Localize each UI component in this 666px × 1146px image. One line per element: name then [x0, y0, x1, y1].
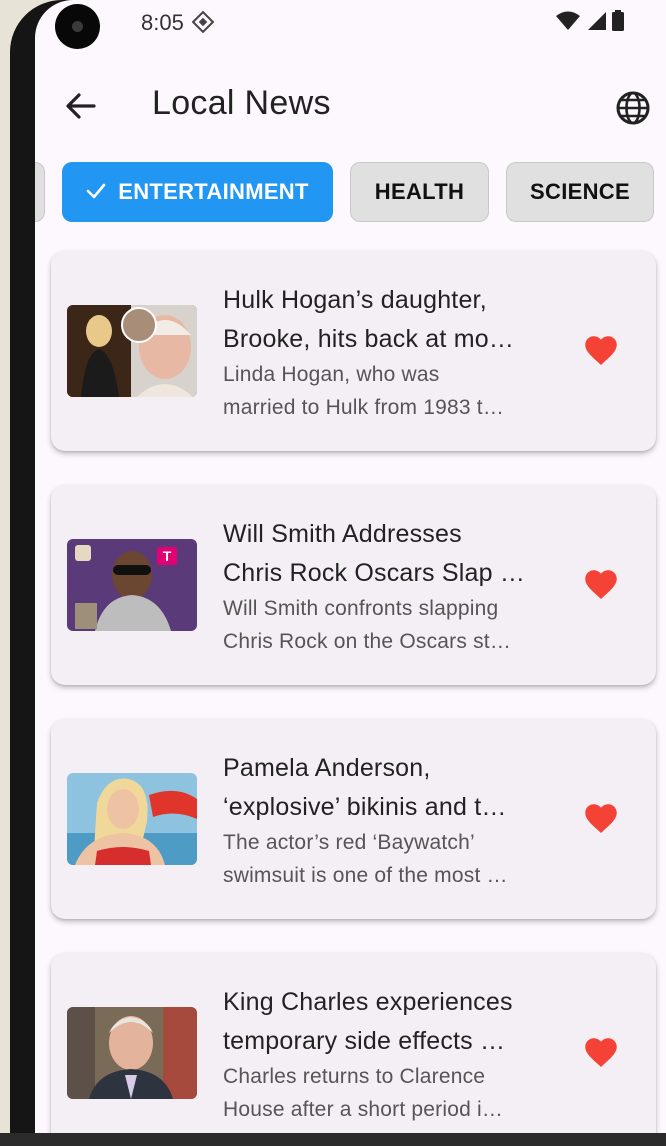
wifi-icon: [555, 10, 581, 37]
status-icons: [555, 10, 625, 37]
article-description-line: Linda Hogan, who was: [223, 363, 440, 386]
cellular-signal-icon: [585, 10, 607, 37]
article-description-line: Charles returns to Clarence: [223, 1065, 486, 1088]
heart-icon: [583, 336, 619, 371]
front-camera: [55, 4, 100, 49]
article-description: Linda Hogan, who was married to Hulk fro…: [223, 358, 543, 424]
article-title: Pamela Anderson, ‘explosive’ bikinis and…: [223, 749, 543, 827]
chip-label: ENTERTAINMENT: [118, 179, 309, 204]
app-notification-icon: [191, 10, 215, 38]
article-thumbnail: T: [67, 539, 197, 631]
article-description: The actor’s red ‘Baywatch’ swimsuit is o…: [223, 826, 543, 892]
article-description-line: married to Hulk from 1983 t…: [223, 396, 505, 419]
article-description-line: House after a short period i…: [223, 1098, 504, 1121]
news-card[interactable]: Pamela Anderson, ‘explosive’ bikinis and…: [51, 719, 656, 919]
chip-label: HEALTH: [374, 179, 465, 204]
article-title: Hulk Hogan’s daughter, Brooke, hits back…: [223, 281, 543, 359]
article-thumbnail: [67, 773, 197, 865]
article-title: King Charles experiences temporary side …: [223, 983, 543, 1061]
chip-label: SCIENCE: [530, 179, 630, 204]
favorite-button[interactable]: [583, 333, 619, 367]
category-chip-health[interactable]: HEALTH: [350, 162, 489, 222]
heart-icon: [583, 804, 619, 839]
article-title-line: Will Smith Addresses: [223, 520, 462, 548]
article-description-line: swimsuit is one of the most …: [223, 864, 508, 887]
article-title: Will Smith Addresses Chris Rock Oscars S…: [223, 515, 543, 593]
heart-icon: [583, 1038, 619, 1073]
article-description-line: The actor’s red ‘Baywatch’: [223, 831, 475, 854]
article-description-line: Will Smith confronts slapping: [223, 597, 499, 620]
category-chip-offscreen[interactable]: [35, 162, 45, 222]
article-description: Charles returns to Clarence House after …: [223, 1060, 543, 1126]
category-chip-row: ENTERTAINMENT HEALTH SCIENCE: [35, 162, 666, 224]
article-title-line: King Charles experiences: [223, 988, 513, 1016]
news-card[interactable]: Hulk Hogan’s daughter, Brooke, hits back…: [51, 251, 656, 451]
article-description-line: Chris Rock on the Oscars st…: [223, 630, 512, 653]
article-thumbnail: [67, 1007, 197, 1099]
arrow-left-icon: [63, 93, 99, 128]
battery-icon: [611, 10, 625, 37]
navigation-bar: [0, 1133, 666, 1146]
news-card[interactable]: T Will Smith Addresses Chris Rock Oscars…: [51, 485, 656, 685]
article-description: Will Smith confronts slapping Chris Rock…: [223, 592, 543, 658]
app-screen: 8:05 Local News ENTERTAINMENT HEALTH SCI…: [35, 0, 666, 1133]
favorite-button[interactable]: [583, 801, 619, 835]
article-title-line: Chris Rock Oscars Slap …: [223, 559, 526, 587]
back-button[interactable]: [63, 88, 99, 124]
article-title-line: temporary side effects …: [223, 1027, 506, 1055]
globe-icon: [613, 91, 653, 132]
category-chip-entertainment[interactable]: ENTERTAINMENT: [62, 162, 333, 222]
status-time: 8:05: [141, 10, 184, 35]
article-title-line: Hulk Hogan’s daughter,: [223, 286, 487, 314]
article-thumbnail: [67, 305, 197, 397]
category-chip-science[interactable]: SCIENCE: [506, 162, 654, 222]
article-title-line: Pamela Anderson,: [223, 754, 431, 782]
svg-text:T: T: [163, 548, 172, 564]
favorite-button[interactable]: [583, 1035, 619, 1069]
article-title-line: ‘explosive’ bikinis and t…: [223, 793, 507, 821]
language-button[interactable]: [613, 88, 653, 128]
news-card[interactable]: King Charles experiences temporary side …: [51, 953, 656, 1133]
heart-icon: [583, 570, 619, 605]
page-title: Local News: [152, 84, 331, 122]
check-icon: [86, 179, 106, 205]
article-title-line: Brooke, hits back at mo…: [223, 325, 515, 353]
favorite-button[interactable]: [583, 567, 619, 601]
